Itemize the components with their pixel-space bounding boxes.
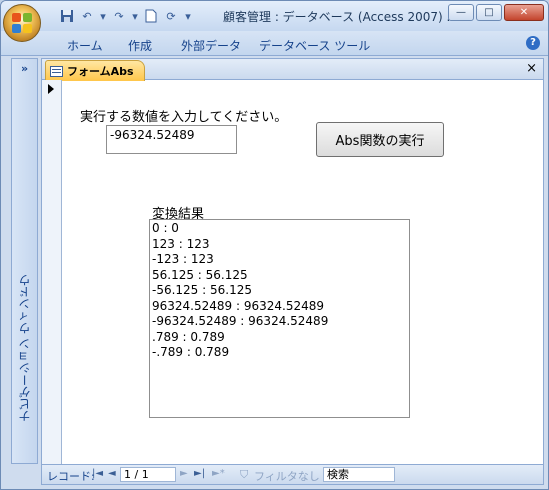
close-button[interactable]: ✕ [504, 4, 544, 21]
new-record-icon[interactable]: ►* [212, 468, 225, 479]
result-line: 123 : 123 [152, 236, 210, 251]
filter-status[interactable]: フィルタなし [254, 468, 320, 484]
minimize-button[interactable]: — [448, 4, 474, 21]
result-line: -56.125 : 56.125 [152, 283, 252, 297]
window-controls: — □ ✕ [448, 4, 544, 21]
result-line: 96324.52489 : 96324.52489 [152, 298, 324, 313]
current-record-arrow-icon [48, 84, 54, 94]
record-nav-label: レコード: [47, 470, 95, 483]
form-icon [50, 65, 63, 77]
result-line: -96324.52489 : 96324.52489 [152, 314, 329, 328]
ribbon-tabs: ホーム 作成 外部データ データベース ツール ? [1, 31, 548, 56]
redo-dropdown-icon[interactable]: ▾ [131, 8, 139, 24]
document-close-button[interactable]: × [526, 61, 537, 76]
office-logo-icon [12, 13, 32, 33]
input-prompt-label: 実行する数値を入力してください。 [80, 110, 288, 125]
previous-record-icon[interactable]: ◄ [108, 468, 116, 479]
last-record-icon[interactable]: ►| [194, 468, 205, 479]
undo-icon[interactable]: ↶ [79, 8, 95, 24]
title-bar: ↶ ▾ ↷ ▾ ⟳ ▾ 顧客管理 : データベース (Access 2007) … [1, 1, 548, 42]
result-line: -.789 : 0.789 [152, 345, 230, 359]
undo-dropdown-icon[interactable]: ▾ [99, 8, 107, 24]
tab-external-data[interactable]: 外部データ [181, 37, 241, 54]
tab-create[interactable]: 作成 [128, 37, 152, 54]
filter-icon: ⛉ [240, 468, 249, 481]
result-textbox[interactable]: 0 : 0 123 : 123 -123 : 123 56.125 : 56.1… [149, 219, 410, 418]
next-record-icon[interactable]: ► [180, 468, 188, 479]
document-tabstrip: フォームAbs × [42, 59, 543, 81]
customize-qat-icon[interactable]: ▾ [183, 8, 193, 24]
new-document-icon[interactable] [143, 8, 159, 24]
tab-form-abs[interactable]: フォームAbs [45, 60, 145, 81]
quick-access-toolbar: ↶ ▾ ↷ ▾ ⟳ ▾ [59, 6, 193, 26]
current-record-field[interactable]: 1 / 1 [120, 467, 176, 482]
record-selector[interactable] [42, 80, 62, 465]
result-line: 56.125 : 56.125 [152, 267, 248, 282]
result-line: -123 : 123 [152, 252, 214, 266]
access-window: ↶ ▾ ↷ ▾ ⟳ ▾ 顧客管理 : データベース (Access 2007) … [0, 0, 549, 490]
number-input-field[interactable]: -96324.52489 [106, 125, 237, 154]
result-line: .789 : 0.789 [152, 329, 225, 344]
tab-home[interactable]: ホーム [67, 37, 103, 54]
document-tab-label: フォームAbs [67, 65, 134, 78]
nav-pane-label: ナビゲーション ウィンドウ [18, 274, 32, 422]
first-record-icon[interactable]: |◄ [92, 468, 103, 479]
document-area: フォームAbs × 実行する数値を入力してください。 -96324.52489 … [41, 58, 544, 485]
result-line: 0 : 0 [152, 221, 179, 235]
search-field[interactable]: 検索 [323, 467, 395, 482]
run-abs-button[interactable]: Abs関数の実行 [316, 122, 444, 157]
refresh-icon[interactable]: ⟳ [163, 8, 179, 24]
window-title: 顧客管理 : データベース (Access 2007) ... [223, 10, 458, 24]
office-button[interactable] [3, 4, 41, 42]
record-navigation-bar: レコード: |◄ ◄ 1 / 1 ► ►| ►* ⛉ フィルタなし 検索 [42, 464, 543, 484]
maximize-button[interactable]: □ [476, 4, 502, 21]
nav-pane-toggle-icon[interactable]: » [12, 62, 37, 75]
save-icon[interactable] [59, 8, 75, 24]
redo-icon[interactable]: ↷ [111, 8, 127, 24]
navigation-pane[interactable]: » ナビゲーション ウィンドウ [11, 58, 38, 464]
help-icon[interactable]: ? [526, 36, 540, 50]
tab-database-tools[interactable]: データベース ツール [259, 37, 370, 54]
